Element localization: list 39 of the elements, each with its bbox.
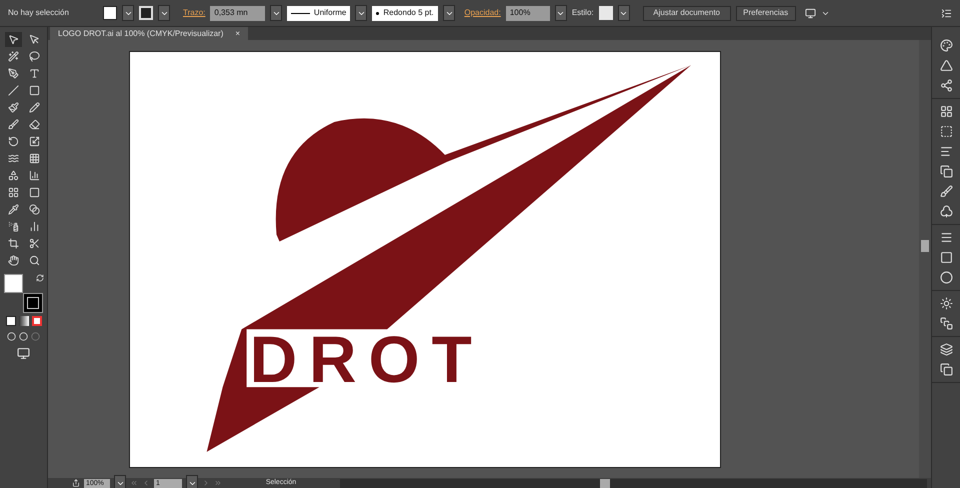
- close-icon[interactable]: ×: [235, 28, 240, 40]
- style-label: Estilo:: [572, 7, 594, 19]
- gradient-mode-icon[interactable]: [18, 316, 28, 326]
- pointer-icon[interactable]: [4, 32, 22, 47]
- draw-behind-icon[interactable]: [19, 332, 28, 341]
- opacity-label[interactable]: Opacidad:: [464, 7, 501, 19]
- document-title: LOGO DROT.ai al 100% (CMYK/Previsualizar): [58, 28, 224, 40]
- fill-swatch[interactable]: [103, 6, 117, 20]
- color-mode-icon[interactable]: [6, 316, 16, 326]
- club-icon[interactable]: [940, 205, 952, 218]
- stroke-label[interactable]: Trazo:: [183, 7, 206, 19]
- nodes-icon[interactable]: [940, 79, 952, 92]
- layers-icon[interactable]: [940, 343, 952, 356]
- fill-color-swatch[interactable]: [4, 274, 22, 293]
- profile-dropdown[interactable]: Uniforme: [287, 6, 350, 20]
- stroke-color-swatch[interactable]: [22, 293, 42, 313]
- toolbar-button[interactable]: Ajustar documento: [642, 6, 731, 20]
- opacity-field[interactable]: 100%: [506, 6, 550, 20]
- none-mode-icon[interactable]: [32, 316, 42, 326]
- brush-dropdown[interactable]: Redondo 5 pt.: [372, 6, 438, 20]
- brushes-icon[interactable]: [940, 185, 952, 198]
- swap-icon[interactable]: [36, 274, 44, 282]
- scroll-thumb[interactable]: [921, 240, 929, 252]
- align-icon[interactable]: [940, 145, 952, 158]
- draw-normal-icon[interactable]: [7, 332, 16, 341]
- palette-icon[interactable]: [940, 39, 952, 52]
- scroll-thumb[interactable]: [600, 478, 610, 488]
- style-swatch[interactable]: [598, 6, 613, 20]
- share-icon[interactable]: [72, 479, 80, 487]
- toolbar-button[interactable]: Preferencias: [736, 6, 796, 20]
- stroke-swatch[interactable]: [139, 6, 153, 20]
- stroke-weight-field[interactable]: 0,353 mn: [210, 6, 266, 20]
- previous-icon[interactable]: [142, 479, 150, 487]
- document-tab[interactable]: LOGO DROT.ai al 100% (CMYK/Previsualizar) ×: [50, 27, 248, 40]
- grid-icon[interactable]: [940, 105, 952, 118]
- next-icon[interactable]: [202, 479, 210, 487]
- panel-menu-icon[interactable]: [941, 8, 952, 18]
- selection-status: No hay selección: [8, 7, 70, 19]
- logo-text: DROT: [249, 322, 484, 396]
